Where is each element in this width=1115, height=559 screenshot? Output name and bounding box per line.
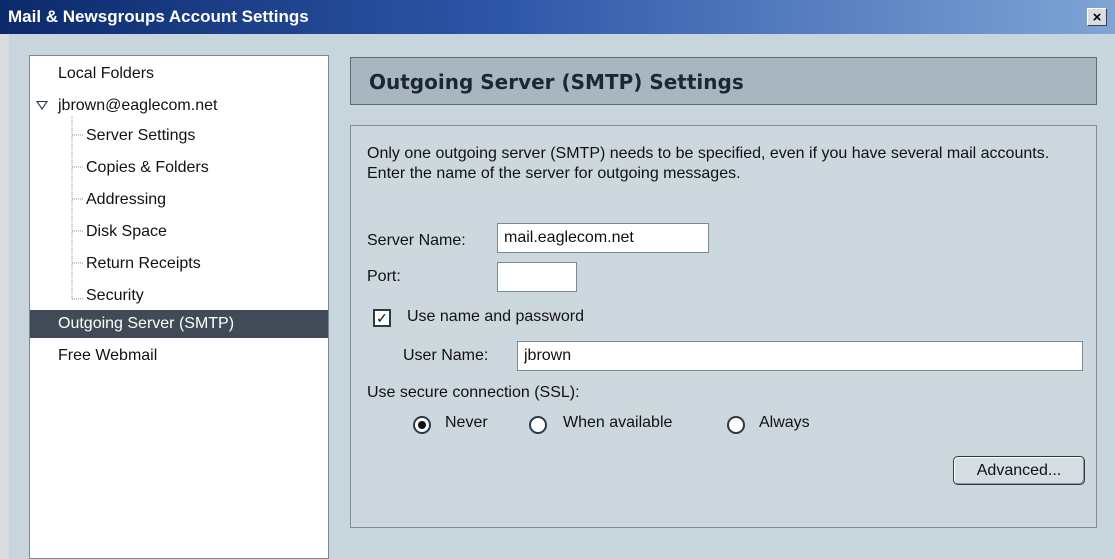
tree-item-outgoing-server[interactable]: Outgoing Server (SMTP) [30,310,328,338]
tree-item-security[interactable]: Security [30,282,144,310]
settings-panel: Only one outgoing server (SMTP) needs to… [350,125,1097,528]
tree-item-return-receipts[interactable]: Return Receipts [30,250,201,278]
use-auth-label: Use name and password [407,308,584,325]
tree-item-label: Return Receipts [86,255,201,272]
tree-item-label: Outgoing Server (SMTP) [58,315,235,332]
tree-item-disk-space[interactable]: Disk Space [30,218,167,246]
user-name-label: User Name: [403,347,489,364]
port-input[interactable] [497,262,577,292]
tree-item-server-settings[interactable]: Server Settings [30,122,195,150]
ssl-when-available-label: When available [563,414,673,431]
tree-item-copies-folders[interactable]: Copies & Folders [30,154,209,182]
tree-item-local-folders[interactable]: Local Folders [30,60,154,88]
tree-item-free-webmail[interactable]: Free Webmail [30,342,157,370]
server-name-label: Server Name: [367,232,466,249]
radio-selected-dot [418,421,426,429]
tree-item-label: Local Folders [58,65,155,82]
page-header: Outgoing Server (SMTP) Settings [350,57,1097,105]
server-name-input[interactable] [497,223,709,253]
tree-item-label: Disk Space [86,223,167,240]
close-button[interactable]: × [1087,8,1107,26]
ssl-label: Use secure connection (SSL): [367,384,580,401]
tree-item-label: Server Settings [86,127,196,144]
page-title: Outgoing Server (SMTP) Settings [369,70,744,94]
tree-item-label: jbrown@eaglecom.net [58,97,218,114]
description-text: Only one outgoing server (SMTP) needs to… [367,145,1050,182]
tree-item-label: Addressing [86,191,167,208]
title-bar: Mail & Newsgroups Account Settings × [0,0,1115,34]
ssl-never-label: Never [445,414,488,431]
use-auth-checkbox[interactable]: ✓ [373,309,391,327]
account-tree: Local Folders jbrown@eaglecom.net Server… [29,55,329,559]
tree-item-label: Security [86,287,144,304]
port-label: Port: [367,268,401,285]
tree-item-addressing[interactable]: Addressing [30,186,166,214]
ssl-always-radio[interactable] [727,416,745,434]
ssl-never-radio[interactable] [413,416,431,434]
tree-item-account[interactable]: jbrown@eaglecom.net [30,92,217,120]
tree-item-label: Copies & Folders [86,159,209,176]
window-left-border [0,34,9,559]
ssl-when-available-radio[interactable] [529,416,547,434]
advanced-button[interactable]: Advanced... [953,456,1085,485]
tree-item-label: Free Webmail [58,347,158,364]
user-name-input[interactable] [517,341,1083,371]
expand-triangle-icon[interactable] [36,101,48,110]
ssl-always-label: Always [759,414,810,431]
window-title: Mail & Newsgroups Account Settings [8,7,309,26]
